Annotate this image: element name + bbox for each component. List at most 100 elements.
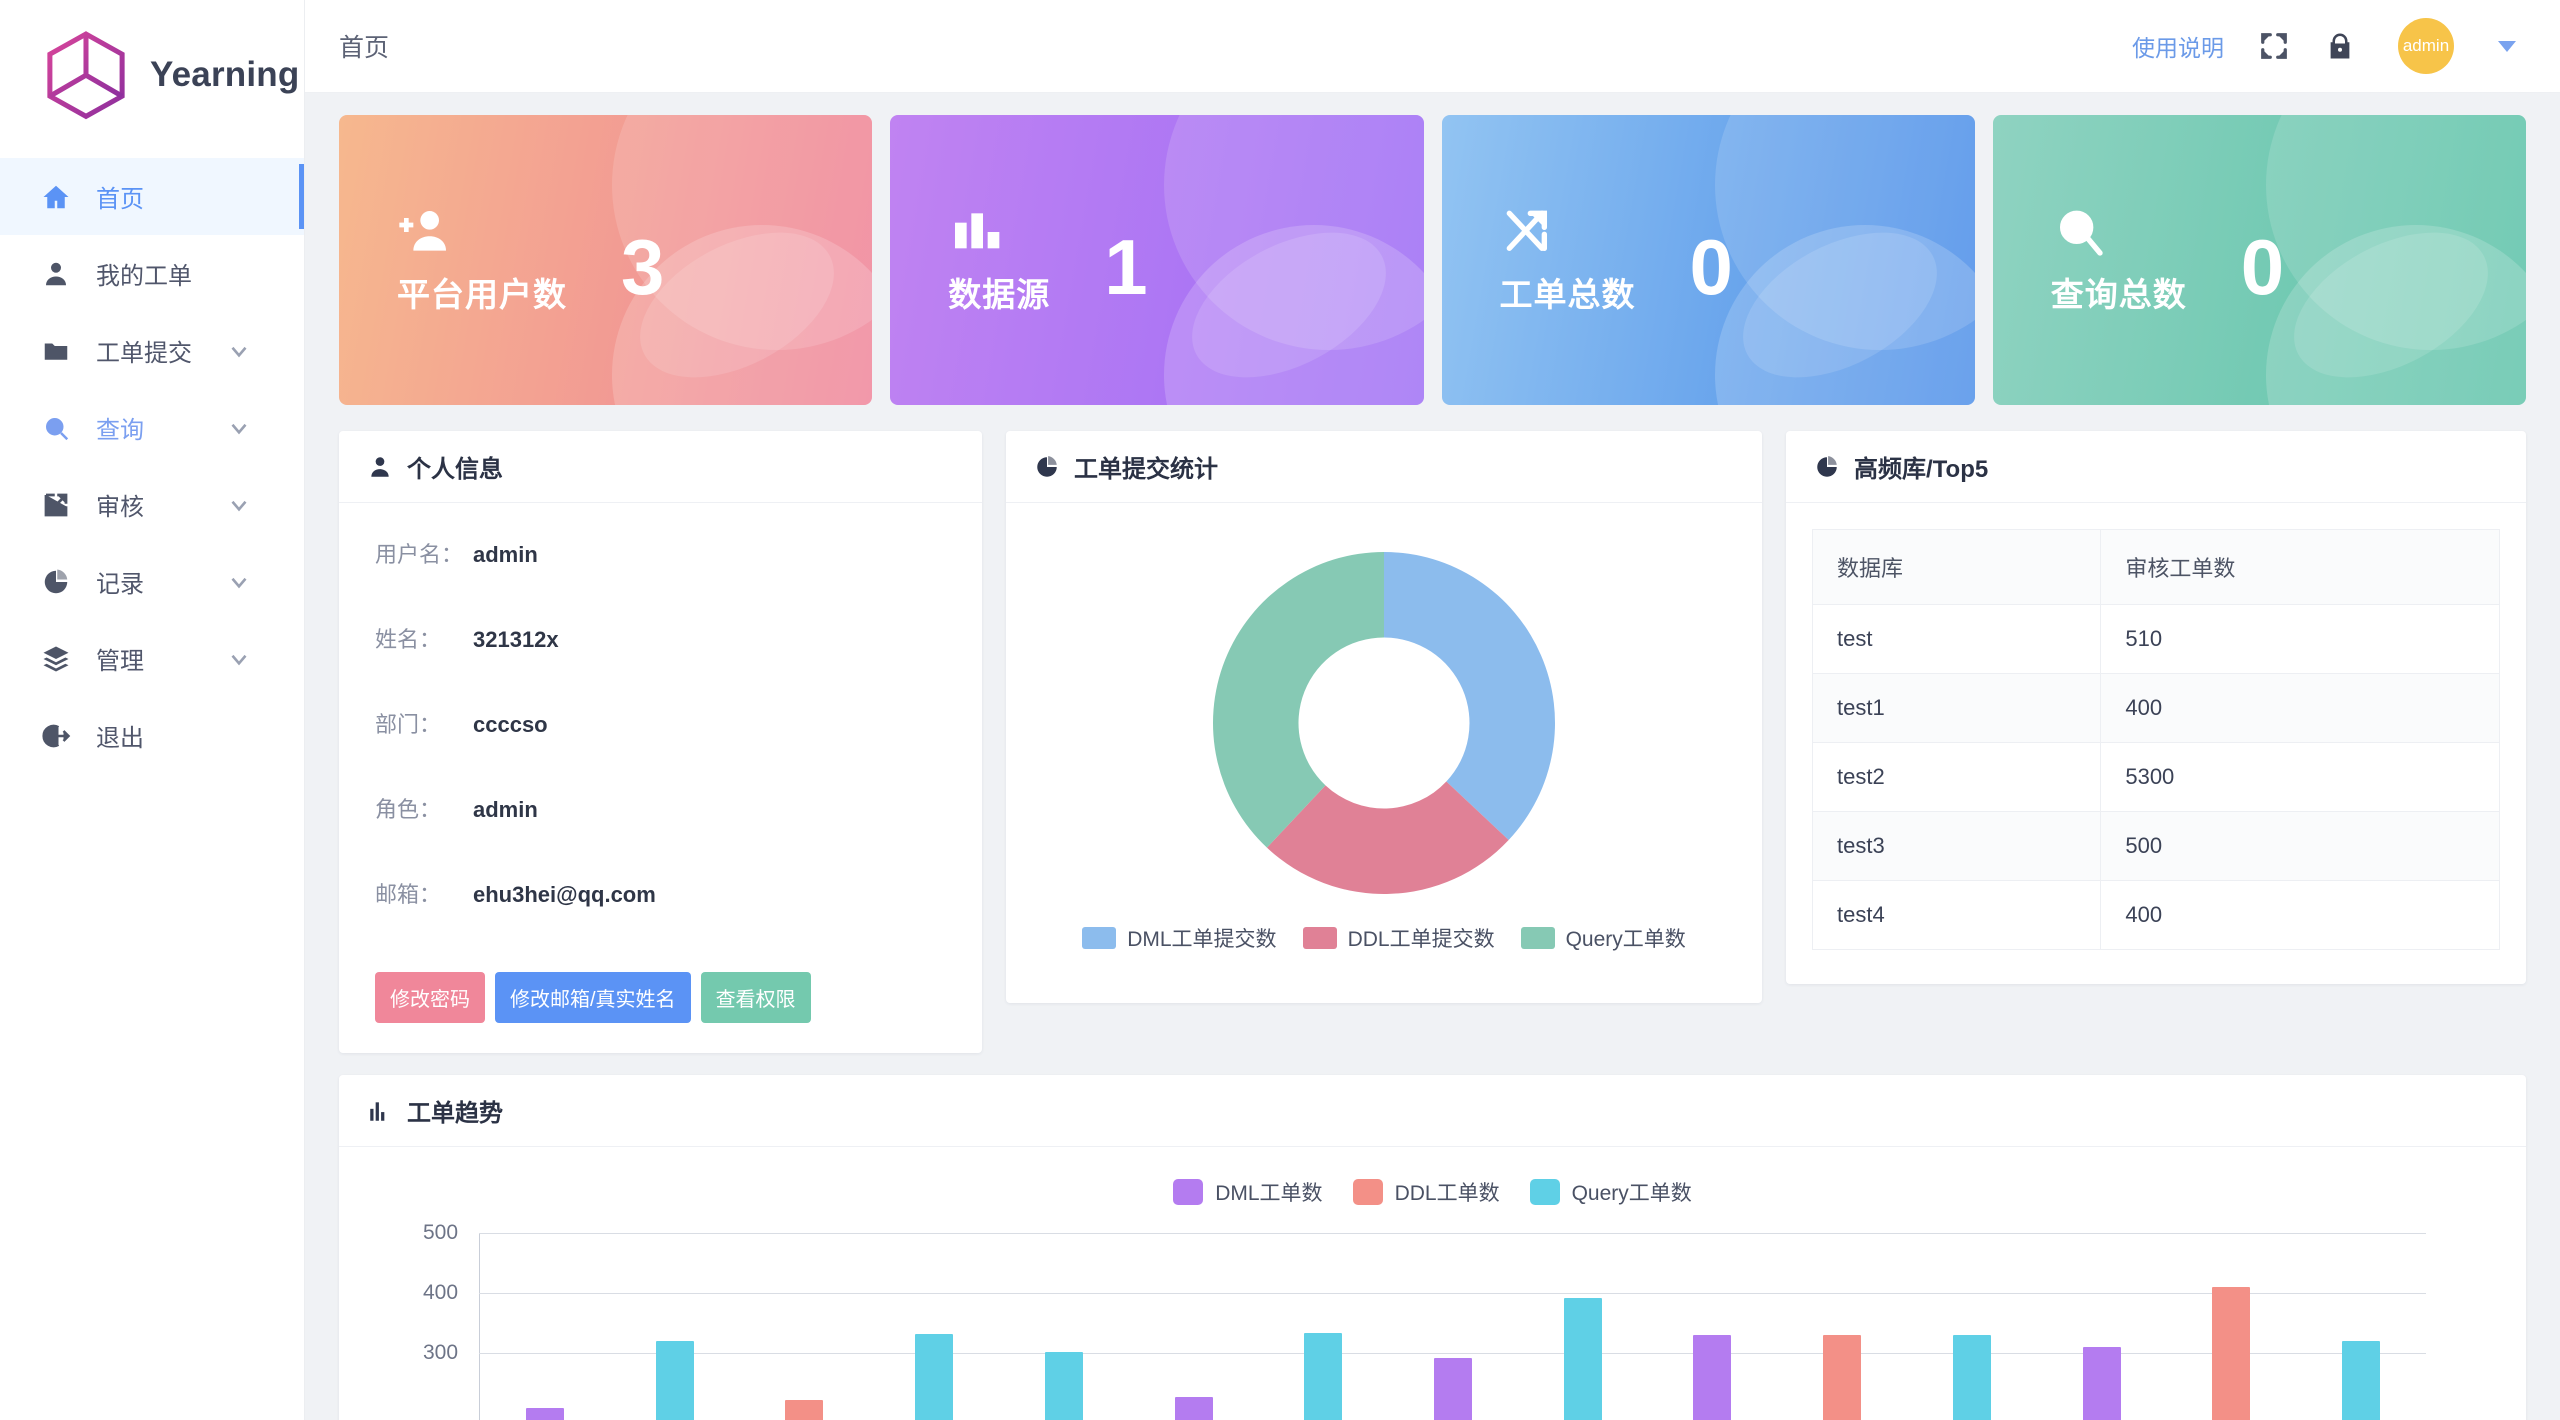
avatar[interactable]: admin xyxy=(2398,18,2454,74)
legend-item[interactable]: DML工单数 xyxy=(1173,1177,1322,1207)
pie-chart-icon xyxy=(1034,454,1060,480)
profile-card-title: 个人信息 xyxy=(407,449,503,484)
profile-row-email: 邮箱： ehu3hei@qq.com xyxy=(375,877,946,962)
stat-card-users[interactable]: 平台用户数 3 xyxy=(339,115,872,405)
profile-row-name: 姓名： 321312x xyxy=(375,622,946,707)
sidebar-item-label: 工单提交 xyxy=(96,333,202,368)
chevron-down-icon[interactable] xyxy=(226,569,252,595)
table-header-row: 数据库 审核工单数 xyxy=(1813,530,2500,605)
sidebar-item-records[interactable]: 记录 xyxy=(0,543,304,620)
fullscreen-icon[interactable] xyxy=(2258,30,2290,62)
sidebar: Yearning 首页 我的工单 工单提交 查询 xyxy=(0,0,305,1420)
bar[interactable] xyxy=(1175,1397,1213,1420)
table-row[interactable]: test25300 xyxy=(1813,743,2500,812)
profile-row-department: 部门： ccccso xyxy=(375,707,946,792)
stat-cards: 平台用户数 3 数据源 1 xyxy=(339,115,2526,405)
chevron-down-icon[interactable] xyxy=(226,415,252,441)
table-row[interactable]: test1400 xyxy=(1813,674,2500,743)
person-icon xyxy=(367,454,393,480)
help-link[interactable]: 使用说明 xyxy=(2132,29,2224,63)
legend-item[interactable]: DDL工单数 xyxy=(1353,1177,1500,1207)
stat-card-queries[interactable]: 查询总数 0 xyxy=(1993,115,2526,405)
chevron-down-icon[interactable] xyxy=(226,338,252,364)
cell-count: 500 xyxy=(2101,812,2500,881)
submission-stats-header: 工单提交统计 xyxy=(1006,431,1762,503)
bar-slot xyxy=(2296,1341,2426,1420)
trend-chart-icon xyxy=(367,1098,393,1124)
stat-card-datasource[interactable]: 数据源 1 xyxy=(890,115,1423,405)
change-password-button[interactable]: 修改密码 xyxy=(375,972,485,1023)
cell-database: test4 xyxy=(1813,881,2101,950)
breadcrumb: 首页 xyxy=(339,28,389,64)
donut-slice[interactable] xyxy=(1213,552,1384,848)
bar[interactable] xyxy=(526,1408,564,1420)
legend-item[interactable]: Query工单数 xyxy=(1530,1177,1692,1207)
search-icon xyxy=(2051,204,2107,260)
field-value: 321312x xyxy=(473,627,559,653)
sidebar-item-label: 查询 xyxy=(96,410,202,445)
bar[interactable] xyxy=(1823,1335,1861,1420)
chevron-down-icon[interactable] xyxy=(226,492,252,518)
bar-slot xyxy=(739,1400,869,1420)
table-row[interactable]: test3500 xyxy=(1813,812,2500,881)
stat-title: 平台用户数 xyxy=(397,268,567,316)
stat-card-tickets[interactable]: 工单总数 0 xyxy=(1442,115,1975,405)
cell-database: test2 xyxy=(1813,743,2101,812)
bar[interactable] xyxy=(2083,1347,2121,1420)
bar-slot xyxy=(1388,1358,1518,1420)
donut-slice[interactable] xyxy=(1384,552,1555,840)
view-permissions-button[interactable]: 查看权限 xyxy=(701,972,811,1023)
legend-item[interactable]: DML工单提交数 xyxy=(1082,923,1276,953)
cell-count: 5300 xyxy=(2101,743,2500,812)
bar-slot xyxy=(1648,1335,1778,1420)
trend-legend: DML工单数 DDL工单数 Query工单数 xyxy=(339,1147,2526,1207)
field-label: 用户名： xyxy=(375,537,473,569)
sidebar-item-home[interactable]: 首页 xyxy=(0,158,304,235)
stat-value: 0 xyxy=(1690,222,1733,313)
sidebar-item-audit[interactable]: 审核 xyxy=(0,466,304,543)
bar-slot xyxy=(1777,1335,1907,1420)
sidebar-item-ticket-submit[interactable]: 工单提交 xyxy=(0,312,304,389)
bar-slot xyxy=(1258,1333,1388,1420)
legend-item[interactable]: DDL工单提交数 xyxy=(1303,923,1495,953)
stat-value: 1 xyxy=(1104,222,1147,313)
sidebar-item-manage[interactable]: 管理 xyxy=(0,620,304,697)
lock-icon[interactable] xyxy=(2324,30,2356,62)
brand[interactable]: Yearning xyxy=(0,0,304,150)
table-row[interactable]: test510 xyxy=(1813,605,2500,674)
column-header-database: 数据库 xyxy=(1813,530,2101,605)
chevron-down-icon[interactable] xyxy=(2498,41,2516,52)
donut-legend: DML工单提交数 DDL工单提交数 Query工单数 xyxy=(1082,923,1686,953)
change-email-name-button[interactable]: 修改邮箱/真实姓名 xyxy=(495,972,691,1023)
bar[interactable] xyxy=(785,1400,823,1420)
sidebar-item-my-tickets[interactable]: 我的工单 xyxy=(0,235,304,312)
chevron-down-icon[interactable] xyxy=(226,646,252,672)
sidebar-item-logout[interactable]: 退出 xyxy=(0,697,304,774)
bar[interactable] xyxy=(1564,1298,1602,1420)
bar[interactable] xyxy=(1693,1335,1731,1420)
bar-slot xyxy=(1907,1335,2037,1420)
stat-value: 3 xyxy=(621,222,664,313)
legend-item[interactable]: Query工单数 xyxy=(1521,923,1686,953)
bar[interactable] xyxy=(915,1334,953,1420)
bar[interactable] xyxy=(2342,1341,2380,1420)
bar-slot xyxy=(999,1352,1129,1420)
bar[interactable] xyxy=(656,1341,694,1420)
field-label: 角色： xyxy=(375,792,473,824)
sidebar-item-label: 我的工单 xyxy=(96,256,304,291)
bar[interactable] xyxy=(1304,1333,1342,1420)
top5-title: 高频库/Top5 xyxy=(1854,449,1988,484)
table-row[interactable]: test4400 xyxy=(1813,881,2500,950)
sidebar-nav: 首页 我的工单 工单提交 查询 审核 xyxy=(0,150,304,774)
bar-slot xyxy=(1518,1298,1648,1420)
legend-label: Query工单数 xyxy=(1572,1177,1692,1207)
bar[interactable] xyxy=(1045,1352,1083,1420)
trend-header: 工单趋势 xyxy=(339,1075,2526,1147)
field-label: 邮箱： xyxy=(375,877,473,909)
sidebar-item-query[interactable]: 查询 xyxy=(0,389,304,466)
bar[interactable] xyxy=(2212,1287,2250,1420)
donut-svg xyxy=(1194,533,1574,913)
layers-icon xyxy=(40,643,72,675)
bar[interactable] xyxy=(1953,1335,1991,1420)
bar[interactable] xyxy=(1434,1358,1472,1420)
